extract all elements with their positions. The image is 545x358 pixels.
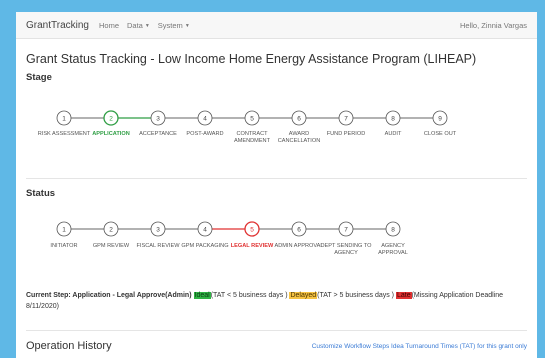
status-step-label: FISCAL REVIEW (136, 243, 180, 249)
status-step-number: 2 (109, 226, 113, 233)
nav-home[interactable]: Home (99, 21, 119, 30)
stage-step-3[interactable]: 3 (150, 110, 166, 126)
status-step-label: GPM REVIEW (92, 243, 130, 249)
current-step-text: Current Step: Application - Legal Approv… (26, 292, 192, 299)
caret-down-icon: ▼ (184, 22, 190, 29)
stage-step-number: 9 (438, 115, 442, 122)
stage-step-label: APPLICATION (92, 131, 130, 137)
main-card: GrantTracking Home Data ▼ System ▼ Hello, … (16, 12, 537, 358)
status-step-5[interactable]: 5 (244, 221, 260, 237)
divider (26, 330, 527, 331)
stage-step-6[interactable]: 6 (291, 110, 307, 126)
nav-data-dropdown[interactable]: Data ▼ (127, 21, 150, 30)
status-step-label: INITIATOR (50, 243, 78, 249)
status-step-4[interactable]: 4 (197, 221, 213, 237)
stage-step-label: FUND PERIOD (326, 131, 366, 137)
status-step-label: GPM PACKAGING (181, 243, 229, 249)
delayed-badge: Delayed (289, 292, 318, 299)
top-navbar: GrantTracking Home Data ▼ System ▼ Hello, … (16, 12, 537, 39)
ideal-badge: Ideal (193, 292, 211, 299)
stage-step-number: 8 (391, 115, 395, 122)
ideal-text: (TAT < 5 business days ) (210, 292, 288, 299)
stage-step-5[interactable]: 5 (244, 110, 260, 126)
stage-step-label: ACCEPTANCE (139, 131, 177, 137)
late-badge: Late (395, 292, 412, 299)
stage-step-label: RISK ASSESSMENT (37, 131, 91, 137)
nav-system-dropdown[interactable]: System ▼ (158, 21, 190, 30)
stage-step-label: CONTRACT AMENDMENT (233, 131, 271, 144)
stage-step-number: 7 (344, 115, 348, 122)
status-step-label: AGENCY APPROVAL (378, 243, 408, 256)
status-step-1[interactable]: 1 (56, 221, 72, 237)
stage-step-label: POST-AWARD (186, 131, 224, 137)
status-step-number: 5 (250, 226, 254, 233)
nav-system-label: System (157, 20, 183, 30)
status-step-number: 8 (391, 226, 395, 233)
stage-step-9[interactable]: 9 (432, 110, 448, 126)
status-step-8[interactable]: 8 (385, 221, 401, 237)
status-step-number: 7 (344, 226, 348, 233)
user-greeting[interactable]: Hello, Zinnia Vargas (460, 21, 527, 30)
stage-step-4[interactable]: 4 (197, 110, 213, 126)
page-title: Grant Status Tracking - Low Income Home … (26, 52, 477, 66)
operation-history-title: Operation History (26, 340, 112, 352)
status-step-label: LEGAL REVIEW (230, 243, 274, 249)
stage-step-number: 5 (250, 115, 254, 122)
stage-heading: Stage (26, 72, 52, 83)
stage-step-7[interactable]: 7 (338, 110, 354, 126)
stage-step-number: 2 (109, 115, 113, 122)
status-step-number: 1 (62, 226, 66, 233)
brand-link[interactable]: GrantTracking (26, 20, 89, 31)
stage-step-number: 4 (203, 115, 207, 122)
status-step-number: 6 (297, 226, 301, 233)
stage-step-2[interactable]: 2 (103, 110, 119, 126)
stage-step-label: CLOSE OUT (423, 131, 457, 137)
stage-step-number: 3 (156, 115, 160, 122)
stage-step-1[interactable]: 1 (56, 110, 72, 126)
status-step-number: 4 (203, 226, 207, 233)
status-step-2[interactable]: 2 (103, 221, 119, 237)
status-step-label: DEPT SENDING TO AGENCY (320, 243, 372, 256)
stage-step-label: AUDIT (384, 131, 402, 137)
stage-step-number: 1 (62, 115, 66, 122)
nav-data-label: Data (127, 20, 143, 30)
status-step-7[interactable]: 7 (338, 221, 354, 237)
status-step-number: 3 (156, 226, 160, 233)
status-heading: Status (26, 188, 56, 199)
stage-step-label: AWARD CANCELLATION (277, 131, 321, 144)
stage-step-number: 6 (297, 115, 301, 122)
caret-down-icon: ▼ (144, 22, 150, 29)
status-step-3[interactable]: 3 (150, 221, 166, 237)
delayed-text: (TAT > 5 business days ) (317, 292, 395, 299)
customize-tat-link[interactable]: Customize Workflow Steps Idea Turnaround… (312, 343, 527, 350)
stage-step-8[interactable]: 8 (385, 110, 401, 126)
status-step-label: ADMIN APPROVAL (274, 243, 324, 249)
status-step-6[interactable]: 6 (291, 221, 307, 237)
current-step-info: Current Step: Application - Legal Approv… (26, 290, 523, 312)
divider (26, 178, 527, 179)
